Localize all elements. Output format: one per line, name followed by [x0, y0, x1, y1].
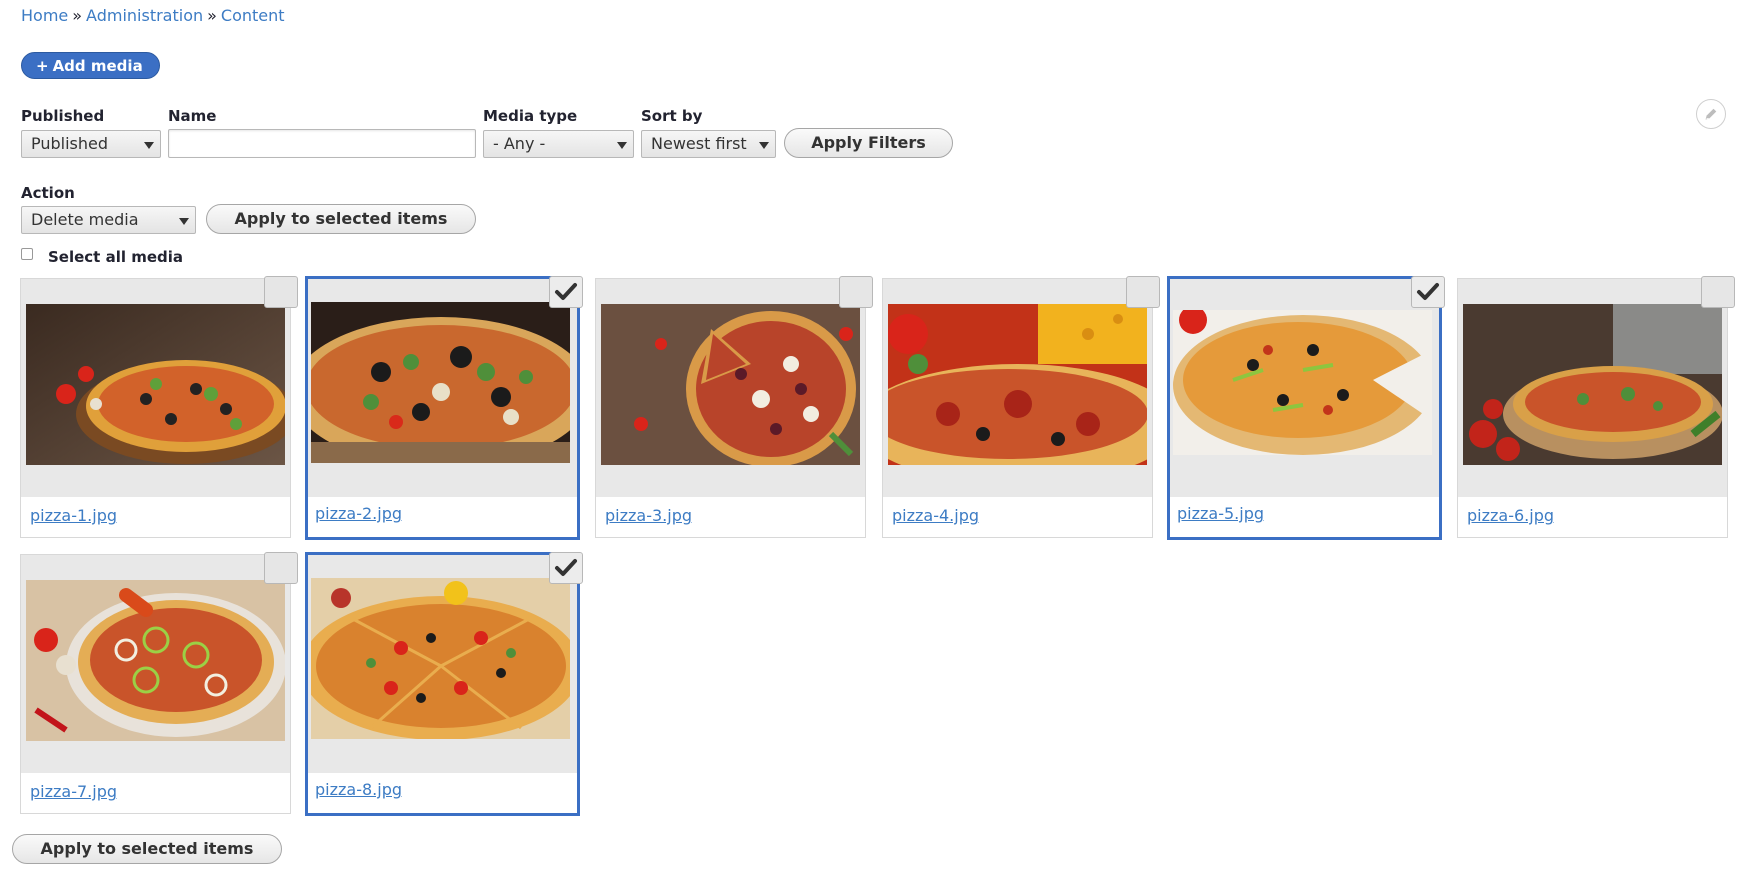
apply-to-selected-bottom-button[interactable]: Apply to selected items [12, 834, 282, 864]
add-media-label: Add media [52, 57, 143, 75]
media-card[interactable]: pizza-3.jpg [595, 276, 873, 538]
media-thumbnail [601, 304, 860, 465]
media-select-checkbox[interactable] [1411, 276, 1445, 308]
breadcrumb-separator: » [207, 6, 217, 25]
breadcrumb-administration[interactable]: Administration [86, 6, 203, 25]
pencil-icon [1705, 108, 1717, 120]
media-type-select-value: - Any - [493, 134, 546, 153]
media-type-select[interactable]: - Any - [483, 130, 634, 158]
media-name-link[interactable]: pizza-7.jpg [30, 782, 117, 801]
chevron-down-icon [617, 142, 627, 149]
media-select-checkbox[interactable] [1126, 276, 1160, 308]
sort-by-label: Sort by [641, 107, 703, 125]
checkmark-icon [555, 559, 577, 576]
media-name-link[interactable]: pizza-2.jpg [315, 504, 402, 523]
media-thumbnail [26, 304, 285, 465]
chevron-down-icon [179, 218, 189, 225]
media-select-checkbox[interactable] [264, 276, 298, 308]
chevron-down-icon [759, 142, 769, 149]
breadcrumb: Home» Administration» Content [21, 6, 285, 25]
name-label: Name [168, 107, 217, 125]
published-select[interactable]: Published [21, 130, 161, 158]
media-select-checkbox[interactable] [839, 276, 873, 308]
apply-filters-button[interactable]: Apply Filters [784, 128, 953, 158]
media-thumbnail [311, 578, 570, 739]
checkmark-icon [1417, 283, 1439, 300]
breadcrumb-home[interactable]: Home [21, 6, 68, 25]
media-name-link[interactable]: pizza-3.jpg [605, 506, 692, 525]
media-select-checkbox[interactable] [264, 552, 298, 584]
media-card[interactable]: pizza-7.jpg [20, 552, 298, 814]
media-card[interactable]: pizza-1.jpg [20, 276, 298, 538]
media-name-link[interactable]: pizza-1.jpg [30, 506, 117, 525]
name-input[interactable] [168, 129, 476, 158]
edit-view-button[interactable] [1696, 99, 1726, 129]
media-thumbnail [888, 304, 1147, 465]
media-type-label: Media type [483, 107, 578, 125]
apply-to-selected-button[interactable]: Apply to selected items [206, 204, 476, 234]
media-thumbnail [311, 302, 570, 463]
media-name-link[interactable]: pizza-5.jpg [1177, 504, 1264, 523]
media-name-link[interactable]: pizza-4.jpg [892, 506, 979, 525]
media-select-checkbox[interactable] [549, 276, 583, 308]
published-label: Published [21, 107, 105, 125]
action-label: Action [21, 184, 75, 202]
media-card[interactable]: pizza-5.jpg [1167, 276, 1445, 540]
media-thumbnail [1173, 310, 1432, 471]
chevron-down-icon [144, 142, 154, 149]
media-thumbnail [26, 580, 285, 741]
plus-icon: + [36, 57, 49, 75]
media-card[interactable]: pizza-8.jpg [305, 552, 583, 816]
breadcrumb-separator: » [72, 6, 83, 25]
action-select[interactable]: Delete media [21, 206, 196, 234]
media-name-link[interactable]: pizza-6.jpg [1467, 506, 1554, 525]
add-media-button[interactable]: + Add media [21, 52, 160, 79]
select-all-label: Select all media [48, 248, 184, 266]
media-select-checkbox[interactable] [1701, 276, 1735, 308]
media-card[interactable]: pizza-2.jpg [305, 276, 583, 540]
sort-by-select-value: Newest first [651, 134, 747, 153]
published-select-value: Published [31, 134, 109, 153]
media-card[interactable]: pizza-6.jpg [1457, 276, 1735, 538]
sort-by-select[interactable]: Newest first [641, 130, 776, 158]
media-select-checkbox[interactable] [549, 552, 583, 584]
media-thumbnail [1463, 304, 1722, 465]
action-select-value: Delete media [31, 210, 139, 229]
breadcrumb-content[interactable]: Content [221, 6, 285, 25]
checkmark-icon [555, 283, 577, 300]
select-all-checkbox[interactable] [21, 248, 33, 260]
media-card[interactable]: pizza-4.jpg [882, 276, 1160, 538]
media-name-link[interactable]: pizza-8.jpg [315, 780, 402, 799]
